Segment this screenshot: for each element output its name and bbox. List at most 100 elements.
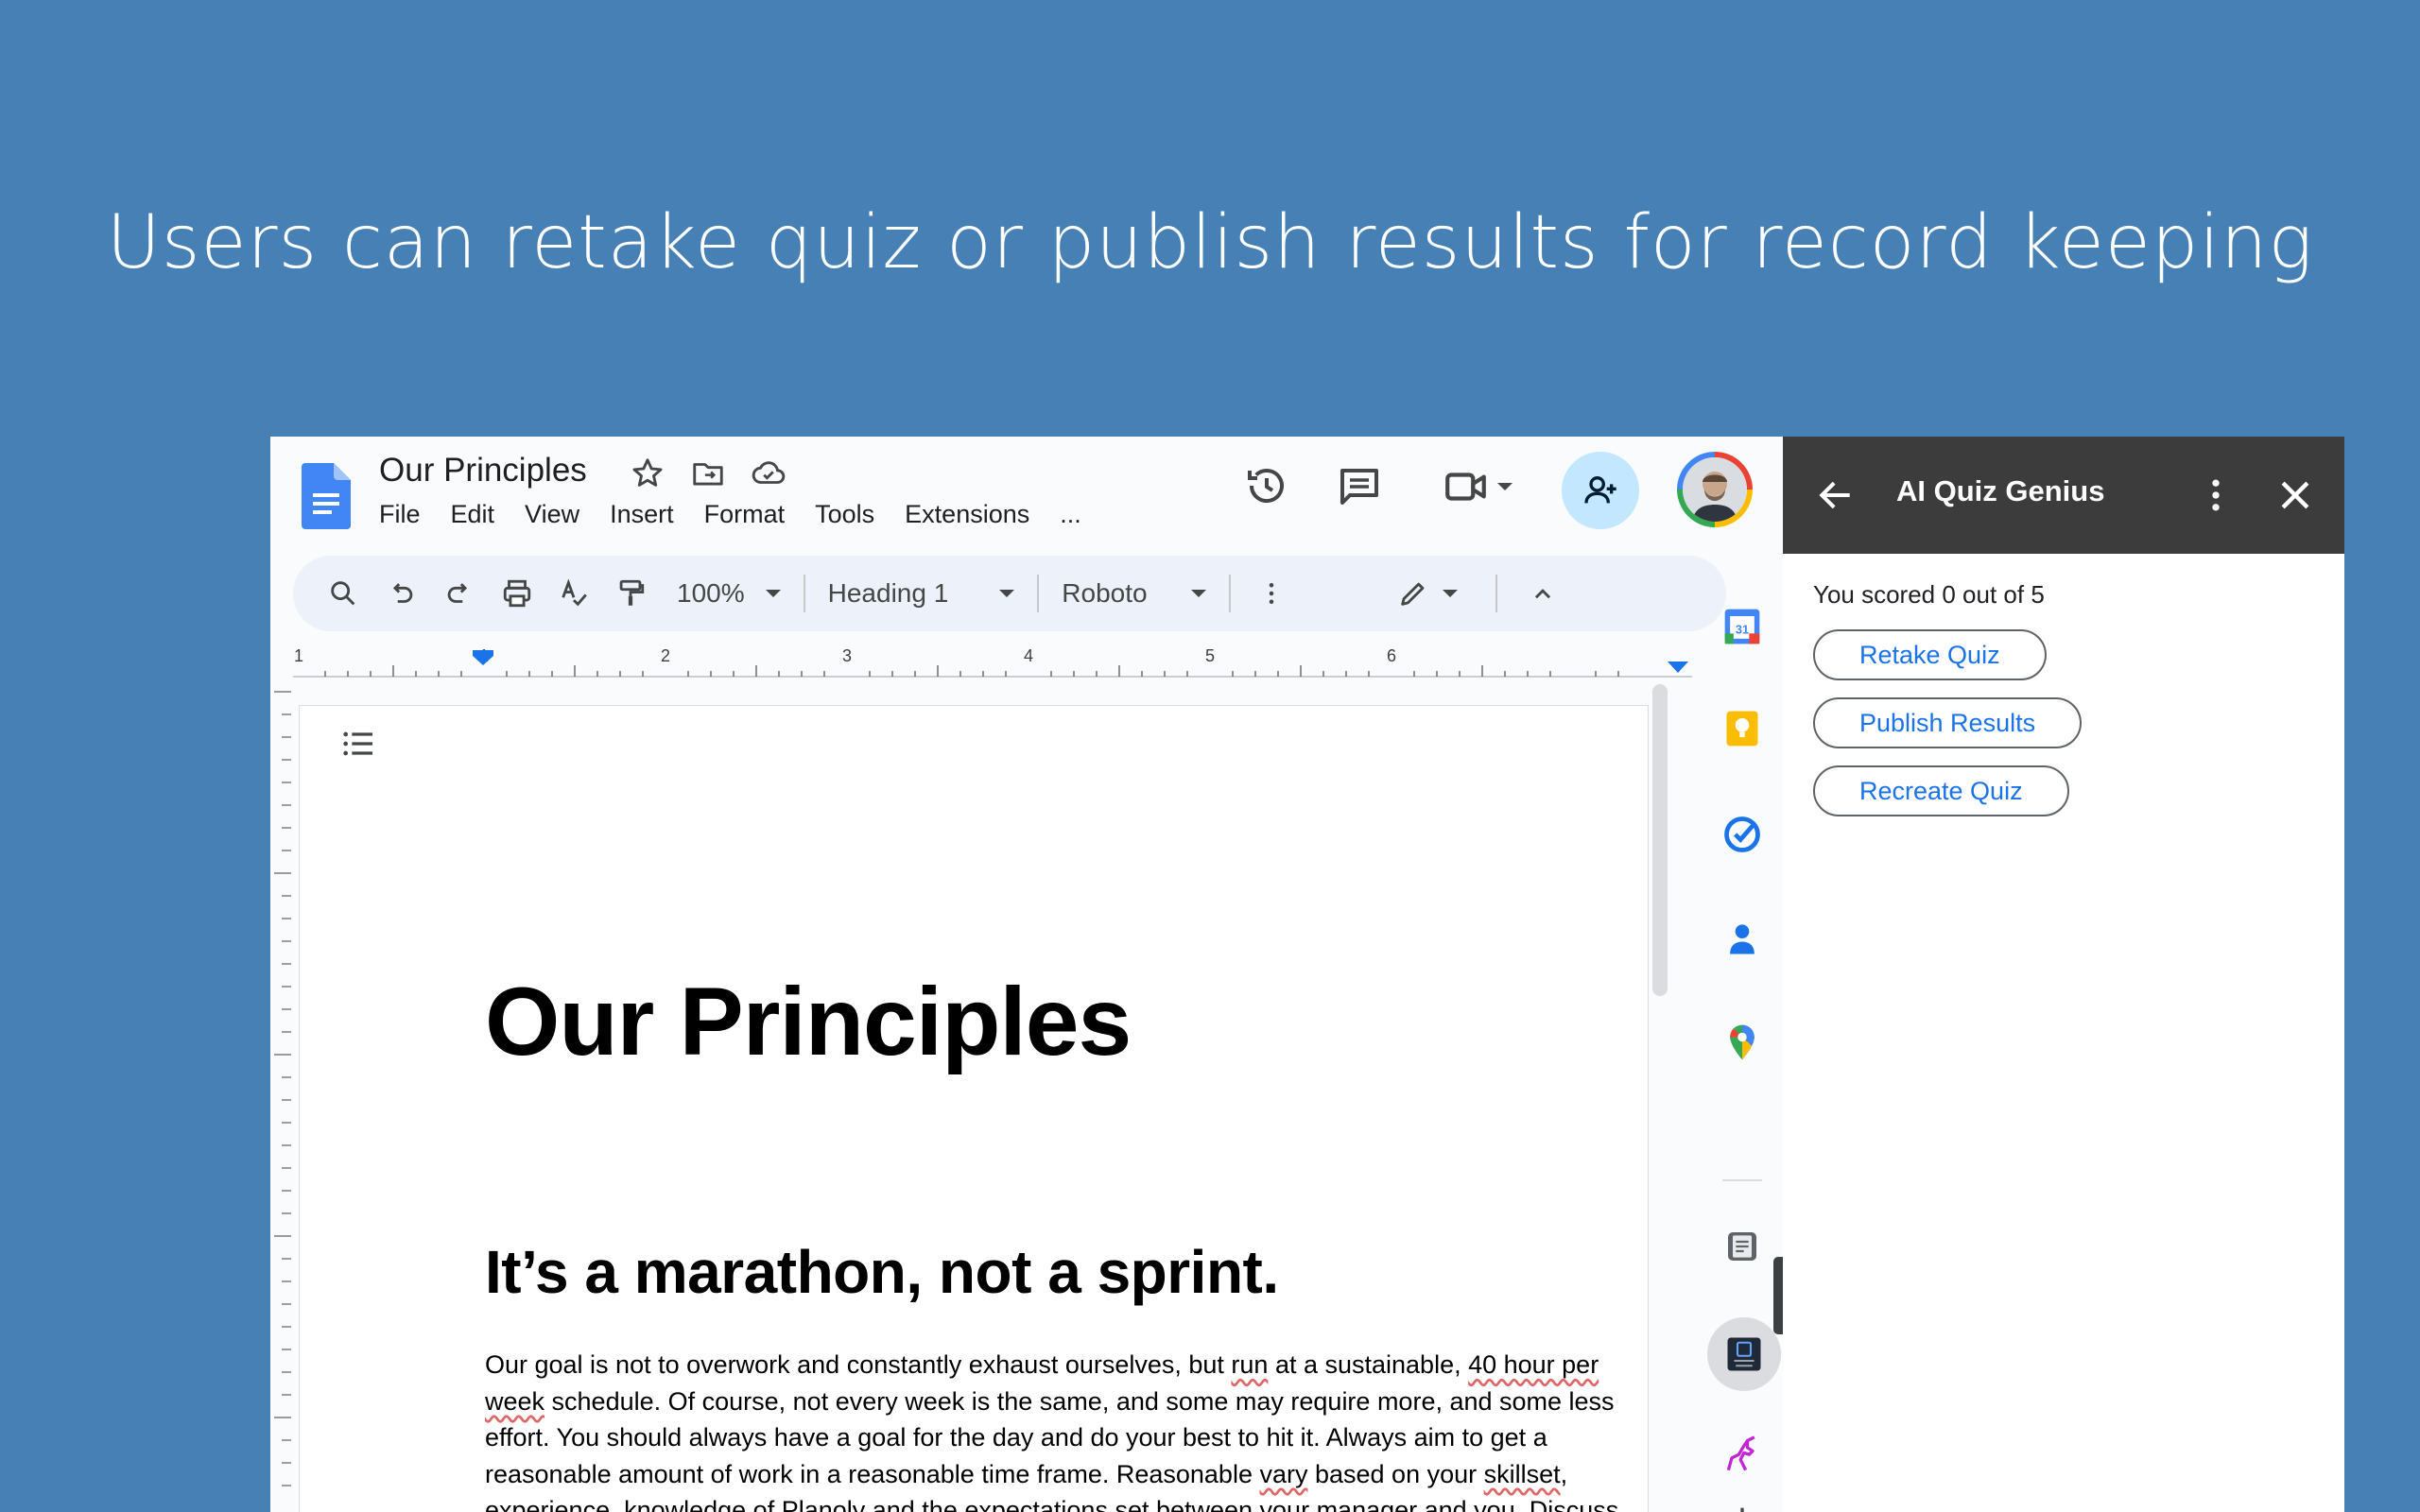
side-panel: 31 (1702, 512, 1783, 1512)
svg-text:31: 31 (1736, 622, 1749, 636)
style-chevron-down-icon (999, 590, 1015, 597)
addon-document-icon (1728, 1232, 1756, 1261)
more-vert-icon[interactable] (2195, 474, 2237, 516)
retake-quiz-button[interactable]: Retake Quiz (1813, 629, 2047, 680)
calendar-app-button[interactable]: 31 (1713, 597, 1772, 656)
menu-insert[interactable]: Insert (610, 499, 674, 529)
pencil-icon (1400, 582, 1424, 606)
keep-icon (1726, 711, 1758, 747)
document-heading-1[interactable]: Our Principles (485, 967, 1132, 1077)
unicorn-icon (1726, 1435, 1755, 1471)
left-indent-marker[interactable] (473, 650, 493, 665)
addon-header: AI Quiz Genius (1783, 437, 2344, 554)
search-icon (331, 581, 355, 606)
toolbar-divider (1495, 575, 1497, 612)
spellcheck-icon (562, 578, 587, 607)
chevron-down-icon (1497, 483, 1512, 490)
zoom-select[interactable]: 100% (677, 570, 781, 617)
menu-extensions[interactable]: Extensions (905, 499, 1029, 529)
paint-format-icon (619, 579, 645, 606)
docs-window: Our Principles File Edit View Insert For… (270, 437, 1783, 1512)
video-camera-icon (1445, 472, 1486, 501)
toolbar-divider (1228, 575, 1231, 612)
mode-chevron-down-icon (1442, 590, 1458, 597)
editing-mode-select[interactable] (1397, 570, 1458, 617)
ai-quiz-genius-icon (1727, 1337, 1761, 1371)
addon-panel: AI Quiz Genius You scored 0 out of 5 Ret… (1783, 437, 2344, 1512)
headline: Users can retake quiz or publish results… (106, 200, 2314, 285)
vertical-scrollbar[interactable] (1652, 684, 1668, 996)
right-indent-marker[interactable] (1668, 662, 1688, 673)
toolbar-divider (1037, 575, 1040, 612)
recreate-quiz-button[interactable]: Recreate Quiz (1813, 765, 2069, 816)
redo-button[interactable] (437, 570, 480, 617)
paint-format-button[interactable] (609, 570, 652, 617)
star-icon[interactable] (630, 455, 666, 491)
addon-title: AI Quiz Genius (1896, 474, 2105, 507)
document-heading-2[interactable]: It’s a marathon, not a sprint. (485, 1237, 1279, 1307)
ai-quiz-genius-app-button[interactable] (1707, 1317, 1781, 1391)
paragraph-style-select[interactable]: Heading 1 (828, 570, 1015, 617)
back-arrow-icon[interactable] (1815, 474, 1857, 516)
title-icons (630, 455, 786, 491)
tasks-icon (1724, 816, 1760, 852)
undo-icon (392, 583, 413, 603)
share-button[interactable] (1562, 452, 1639, 529)
maps-app-button[interactable] (1713, 1013, 1772, 1072)
vertical-ruler[interactable] (270, 684, 293, 1512)
spelling-error[interactable]: skillset (1484, 1460, 1561, 1488)
zoom-chevron-down-icon (765, 590, 781, 597)
more-vert-icon (1269, 583, 1273, 604)
undo-button[interactable] (380, 570, 424, 617)
add-person-icon (1584, 476, 1616, 504)
hide-menus-button[interactable] (1524, 570, 1562, 617)
redo-icon (447, 583, 468, 603)
publish-results-button[interactable]: Publish Results (1813, 697, 2083, 748)
menu-bar: File Edit View Insert Format Tools Exten… (379, 499, 1112, 529)
spelling-error[interactable]: vary (1259, 1460, 1307, 1488)
print-button[interactable] (495, 570, 539, 617)
contacts-app-button[interactable] (1713, 909, 1772, 968)
document-title[interactable]: Our Principles (379, 452, 587, 490)
more-options-button[interactable] (1257, 570, 1286, 617)
horizontal-ruler[interactable]: 1123456 (293, 643, 1692, 680)
spelling-check-button[interactable] (552, 570, 596, 617)
unicorn-app-button[interactable] (1713, 1427, 1772, 1486)
menu-edit[interactable]: Edit (451, 499, 495, 529)
font-value: Roboto (1062, 578, 1148, 608)
plus-icon (1740, 1507, 1744, 1512)
cloud-saved-icon[interactable] (751, 455, 786, 491)
menu-view[interactable]: View (525, 499, 579, 529)
docs-logo-icon[interactable] (302, 463, 351, 529)
menu-format[interactable]: Format (704, 499, 786, 529)
ruler-number: 3 (842, 646, 852, 665)
ruler-number: 6 (1387, 646, 1396, 665)
document-page[interactable]: Our Principles It’s a marathon, not a sp… (299, 705, 1649, 1512)
menu-more[interactable]: ... (1060, 499, 1081, 529)
addon-app-button[interactable] (1713, 1217, 1772, 1276)
comment-icon (1340, 469, 1378, 505)
history-icon (1248, 469, 1284, 504)
move-folder-icon[interactable] (690, 455, 726, 491)
close-icon[interactable] (2274, 474, 2316, 516)
menu-file[interactable]: File (379, 499, 421, 529)
font-select[interactable]: Roboto (1062, 570, 1206, 617)
spelling-error[interactable]: run (1231, 1350, 1268, 1379)
document-outline-icon[interactable] (339, 725, 377, 763)
ruler-number: 2 (661, 646, 670, 665)
tasks-app-button[interactable] (1713, 805, 1772, 864)
keep-app-button[interactable] (1713, 699, 1772, 758)
version-history-button[interactable] (1244, 463, 1289, 513)
ruler-number: 1 (294, 646, 303, 665)
zoom-value: 100% (677, 578, 745, 608)
para-text: Our goal is not to overwork and constant… (485, 1350, 1232, 1379)
document-paragraph[interactable]: Our goal is not to overwork and constant… (485, 1347, 1648, 1512)
search-menus-button[interactable] (321, 570, 365, 617)
get-addons-button[interactable] (1713, 1491, 1772, 1512)
para-text: based on your (1307, 1459, 1484, 1488)
meet-button[interactable] (1443, 463, 1512, 510)
menu-tools[interactable]: Tools (815, 499, 874, 529)
maps-pin-icon (1730, 1024, 1754, 1060)
score-text: You scored 0 out of 5 (1813, 580, 2045, 609)
comments-button[interactable] (1337, 463, 1382, 513)
